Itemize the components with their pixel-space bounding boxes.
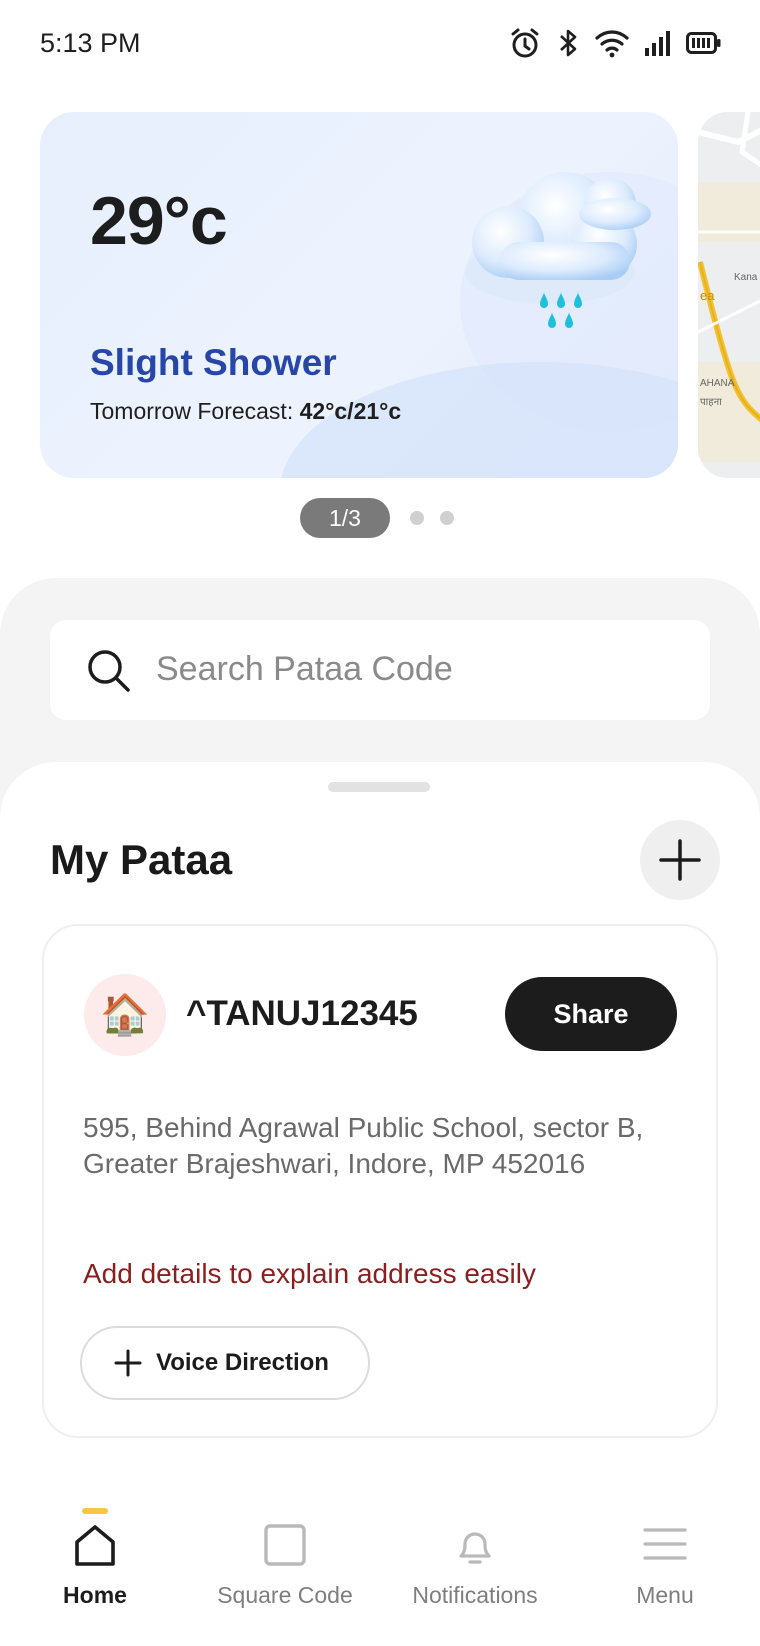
temperature: 29°c (90, 183, 228, 259)
nav-label-home: Home (63, 1582, 127, 1608)
nav-menu[interactable]: Menu (570, 1490, 760, 1646)
status-icons (508, 26, 722, 60)
status-time: 5:13 PM (40, 28, 141, 58)
home-icon (75, 1525, 115, 1566)
search-input[interactable]: Search Pataa Code (50, 620, 710, 720)
pager-current: 1/3 (300, 498, 390, 538)
pager-dot[interactable] (410, 511, 424, 525)
nav-label-menu: Menu (636, 1582, 694, 1608)
map-label: AHANA (700, 378, 735, 389)
alarm-icon (511, 28, 539, 58)
plus-icon (114, 1349, 142, 1377)
add-details-link[interactable]: Add details to explain address easily (83, 1258, 536, 1290)
search-placeholder: Search Pataa Code (156, 650, 453, 688)
weather-card[interactable]: 29°c Slight Shower Tomorrow Forecast: 42… (40, 112, 678, 478)
nav-square-code[interactable]: Square Code (190, 1490, 380, 1646)
nav-label-notifications: Notifications (412, 1582, 538, 1608)
bluetooth-icon (560, 29, 577, 57)
pataa-code: ^TANUJ12345 (186, 994, 418, 1033)
square-icon (264, 1524, 306, 1566)
plus-icon (659, 839, 701, 881)
bottom-navigation: Home Square Code Notifications Menu (0, 1490, 760, 1646)
tomorrow-forecast: Tomorrow Forecast: 42°c/21°c (90, 398, 401, 425)
forecast-label: Tomorrow Forecast: (90, 398, 300, 424)
share-button[interactable]: Share (505, 977, 677, 1051)
home-avatar: 🏠 (84, 974, 166, 1056)
house-icon: 🏠 (100, 993, 150, 1037)
my-pataa-title: My Pataa (50, 836, 233, 883)
sheet-drag-handle[interactable] (328, 782, 430, 792)
nav-home[interactable]: Home (0, 1490, 190, 1646)
map-label: Kana (734, 272, 758, 283)
wifi-icon (595, 30, 629, 58)
battery-icon (686, 32, 721, 54)
nav-label-square-code: Square Code (217, 1582, 353, 1608)
map-preview-card[interactable]: Kana ea AHANA पाहना (698, 112, 760, 478)
search-icon (88, 650, 130, 692)
nav-notifications[interactable]: Notifications (380, 1490, 570, 1646)
rain-cloud-icon (465, 172, 651, 328)
status-bar: 5:13 PM (0, 0, 760, 90)
weather-condition: Slight Shower (90, 342, 337, 383)
forecast-value: 42°c/21°c (299, 398, 402, 424)
active-indicator (82, 1508, 108, 1514)
pager-dot[interactable] (440, 511, 454, 525)
carousel-pager: 1/3 (300, 498, 454, 538)
voice-direction-label: Voice Direction (156, 1349, 329, 1376)
map-label: ea (700, 288, 715, 303)
menu-icon (643, 1528, 687, 1560)
add-pataa-button[interactable] (640, 820, 720, 900)
voice-direction-button[interactable]: Voice Direction (80, 1326, 370, 1400)
address-line-1: 595, Behind Agrawal Public School, secto… (83, 1112, 644, 1143)
signal-icon (645, 31, 670, 56)
bell-icon (459, 1532, 491, 1564)
address-line-2: Greater Brajeshwari, Indore, MP 452016 (83, 1148, 586, 1179)
map-label: पाहना (700, 397, 722, 408)
